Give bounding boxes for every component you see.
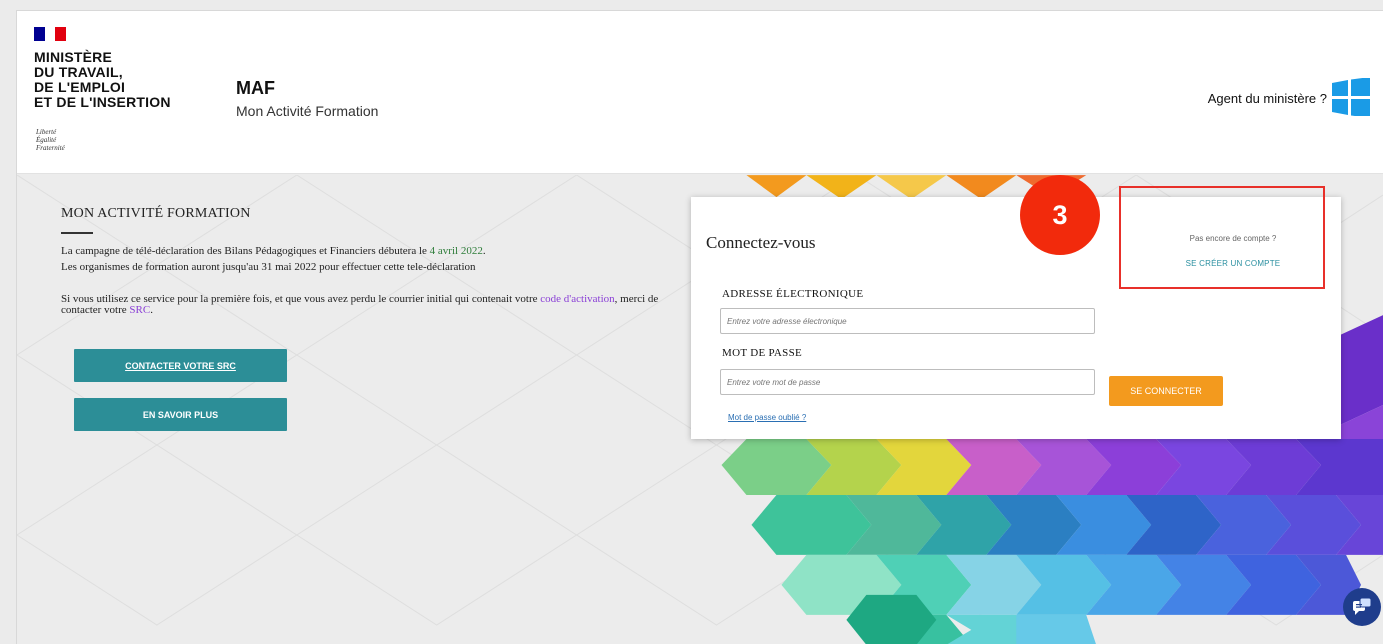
- campaign-paragraph: La campagne de télé-déclaration des Bila…: [61, 243, 671, 259]
- activation-code-link[interactable]: code d'activation: [540, 293, 614, 305]
- chat-bubbles-icon: [1353, 597, 1372, 615]
- password-input[interactable]: [720, 369, 1095, 395]
- password-label: MOT DE PASSE: [722, 347, 803, 359]
- french-flag-icon: [34, 27, 67, 41]
- forgot-password-link[interactable]: Mot de passe oublié ?: [728, 413, 806, 422]
- republic-motto: Liberté Égalité Fraternité: [36, 128, 65, 152]
- step-number-badge: 3: [1020, 175, 1100, 255]
- agent-login-link[interactable]: Agent du ministère ?: [1208, 91, 1327, 106]
- page-frame: MINISTÈRE DU TRAVAIL, DE L'EMPLOI ET DE …: [16, 10, 1383, 644]
- contact-src-button[interactable]: CONTACTER VOTRE SRC: [74, 349, 287, 382]
- motto-line: Liberté: [36, 128, 57, 136]
- motto-line: Égalité: [36, 136, 57, 144]
- windows-icon[interactable]: [1332, 78, 1370, 116]
- chat-icon[interactable]: [1343, 588, 1381, 626]
- ministry-line: MINISTÈRE: [34, 49, 113, 65]
- email-label: ADRESSE ÉLECTRONIQUE: [722, 288, 864, 300]
- login-button[interactable]: SE CONNECTER: [1109, 376, 1223, 406]
- email-input[interactable]: [720, 308, 1095, 334]
- deadline-paragraph: Les organismes de formation auront jusqu…: [61, 261, 476, 273]
- login-title: Connectez-vous: [706, 233, 816, 252]
- src-link[interactable]: SRC: [129, 304, 150, 316]
- ministry-line: DU TRAVAIL,: [34, 64, 123, 80]
- learn-more-button[interactable]: EN SAVOIR PLUS: [74, 398, 287, 431]
- intro-section: MON ACTIVITÉ FORMATION La campagne de té…: [61, 206, 671, 316]
- activation-text-end: .: [150, 304, 153, 316]
- section-heading: MON ACTIVITÉ FORMATION: [61, 206, 251, 221]
- site-header: MINISTÈRE DU TRAVAIL, DE L'EMPLOI ET DE …: [17, 11, 1383, 174]
- campaign-text-end: .: [482, 245, 486, 257]
- app-subtitle: Mon Activité Formation: [236, 103, 379, 119]
- ministry-line: DE L'EMPLOI: [34, 79, 126, 95]
- ministry-line: ET DE L'INSERTION: [34, 94, 171, 110]
- heading-rule: [61, 232, 93, 234]
- campaign-date: 4 avril 2022: [429, 245, 483, 257]
- annotation-highlight-box: [1119, 186, 1325, 289]
- campaign-text: La campagne de télé-déclaration des Bila…: [61, 245, 430, 257]
- motto-line: Fraternité: [36, 144, 65, 152]
- app-title: MAF: [236, 78, 275, 98]
- activation-paragraph: Si vous utilisez ce service pour la prem…: [61, 294, 671, 316]
- ministry-logo-text[interactable]: MINISTÈRE DU TRAVAIL, DE L'EMPLOI ET DE …: [34, 50, 171, 110]
